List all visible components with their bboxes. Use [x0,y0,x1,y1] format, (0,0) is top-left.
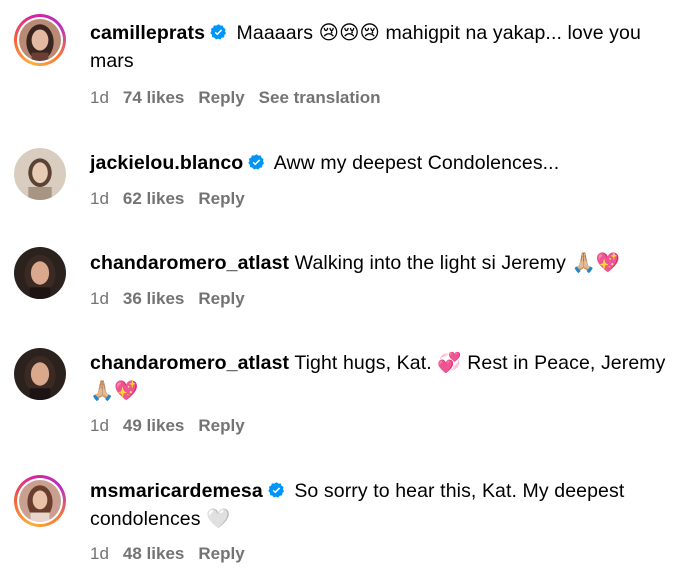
comment-username[interactable]: chandaromero_atlast [90,352,289,374]
comment-meta: 1d 62 likes Reply [90,188,259,210]
pray-heart-emoji-icon: 🙏🏼💖 [90,380,139,402]
comment-text: chandaromero_atlast Tight hugs, Kat. 💞 R… [90,349,690,405]
reply-button[interactable]: Reply [198,289,244,308]
pray-heart-emoji-icon: 🙏🏼💖 [571,252,621,274]
comment-username[interactable]: camilleprats [90,22,205,44]
comment-likes[interactable]: 62 likes [123,189,184,208]
comment-text: jackielou.blanco Aww my deepest Condolen… [90,149,690,177]
comment-item: jackielou.blanco Aww my deepest Condolen… [0,118,700,218]
hearts-emoji-icon: 💞 [437,352,462,374]
comment-time[interactable]: 1d [90,289,109,308]
avatar-wrapper[interactable] [14,247,66,299]
see-translation-button[interactable]: See translation [259,88,381,107]
avatar[interactable] [14,247,66,299]
comment-text: camilleprats Maaaars 😢😢😢 mahigpit na yak… [90,19,690,75]
comment-time[interactable]: 1d [90,88,109,107]
comment-likes[interactable]: 49 likes [123,416,184,435]
avatar[interactable] [19,480,61,522]
comment-likes[interactable]: 36 likes [123,289,184,308]
comment-body: Aww my deepest Condolences... [273,152,560,174]
comment-item: chandaromero_atlast Walking into the lig… [0,218,700,318]
comment-body-continued: Rest in Peace, Jeremy [461,352,666,374]
comment-time[interactable]: 1d [90,189,109,208]
avatar-wrapper[interactable] [14,148,66,200]
verified-badge-icon [267,481,286,500]
comment-time[interactable]: 1d [90,416,109,435]
comment-body: Walking into the light si Jeremy [294,252,572,274]
comment-item: msmaricardemesa So sorry to hear this, K… [0,446,700,585]
comment-time[interactable]: 1d [90,544,109,563]
comment-item: chandaromero_atlast Tight hugs, Kat. 💞 R… [0,318,700,446]
profile-photo-icon [14,148,66,200]
avatar-story-ring[interactable] [14,475,66,527]
white-heart-emoji-icon: 🤍 [206,508,231,530]
comment-body: Maaaars [236,22,319,44]
crying-emoji-icon: 😢😢😢 [318,22,380,44]
profile-photo-icon [14,348,66,400]
comment-item: camilleprats Maaaars 😢😢😢 mahigpit na yak… [0,0,700,118]
comment-text: msmaricardemesa So sorry to hear this, K… [90,477,690,533]
verified-badge-icon [209,23,228,42]
profile-photo-icon [19,480,61,522]
reply-button[interactable]: Reply [198,416,244,435]
avatar[interactable] [14,148,66,200]
comment-meta: 1d 36 likes Reply [90,288,259,310]
reply-button[interactable]: Reply [198,544,244,563]
verified-badge-icon [247,153,266,172]
comment-username[interactable]: jackielou.blanco [90,152,243,174]
comment-likes[interactable]: 48 likes [123,544,184,563]
profile-photo-icon [14,247,66,299]
avatar[interactable] [19,19,61,61]
avatar-wrapper[interactable] [14,348,66,400]
reply-button[interactable]: Reply [198,189,244,208]
profile-photo-icon [19,19,61,61]
comment-username[interactable]: msmaricardemesa [90,480,263,502]
avatar[interactable] [14,348,66,400]
comment-body: Tight hugs, Kat. [294,352,438,374]
comment-text: chandaromero_atlast Walking into the lig… [90,249,690,277]
reply-button[interactable]: Reply [198,88,244,107]
avatar-story-ring[interactable] [14,14,66,66]
comment-meta: 1d 48 likes Reply [90,543,259,565]
comment-likes[interactable]: 74 likes [123,88,184,107]
comment-meta: 1d 49 likes Reply [90,415,259,437]
comment-meta: 1d 74 likes Reply See translation [90,87,395,109]
comment-username[interactable]: chandaromero_atlast [90,252,289,274]
